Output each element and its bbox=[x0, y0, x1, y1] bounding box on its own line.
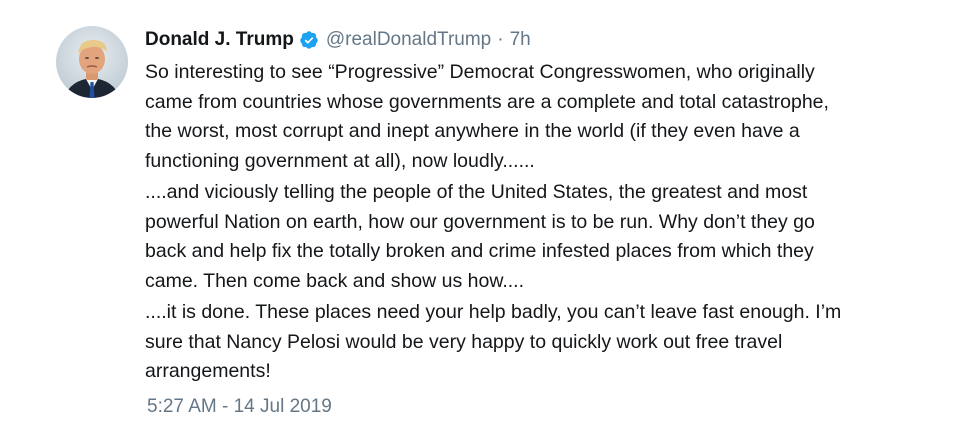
tweet-paragraph: ....it is done. These places need your h… bbox=[145, 301, 842, 382]
relative-time[interactable]: 7h bbox=[510, 29, 531, 51]
avatar[interactable] bbox=[56, 26, 128, 98]
user-handle[interactable]: @realDonaldTrump bbox=[326, 29, 491, 51]
tweet-paragraph: ....and viciously telling the people of … bbox=[145, 181, 815, 292]
tweet-paragraph: So interesting to see “Progressive” Demo… bbox=[145, 61, 829, 172]
tweet-timestamp[interactable]: 5:27 AM - 14 Jul 2019 bbox=[147, 396, 332, 418]
tweet-header: Donald J. Trump @realDonaldTrump · 7h bbox=[145, 27, 531, 53]
verified-badge-icon bbox=[299, 30, 319, 50]
profile-photo-icon bbox=[56, 26, 128, 98]
separator-dot: · bbox=[497, 29, 504, 50]
tweet-card: Donald J. Trump @realDonaldTrump · 7h So… bbox=[0, 0, 958, 445]
display-name[interactable]: Donald J. Trump bbox=[145, 29, 294, 51]
tweet-text: So interesting to see “Progressive” Demo… bbox=[145, 58, 925, 387]
